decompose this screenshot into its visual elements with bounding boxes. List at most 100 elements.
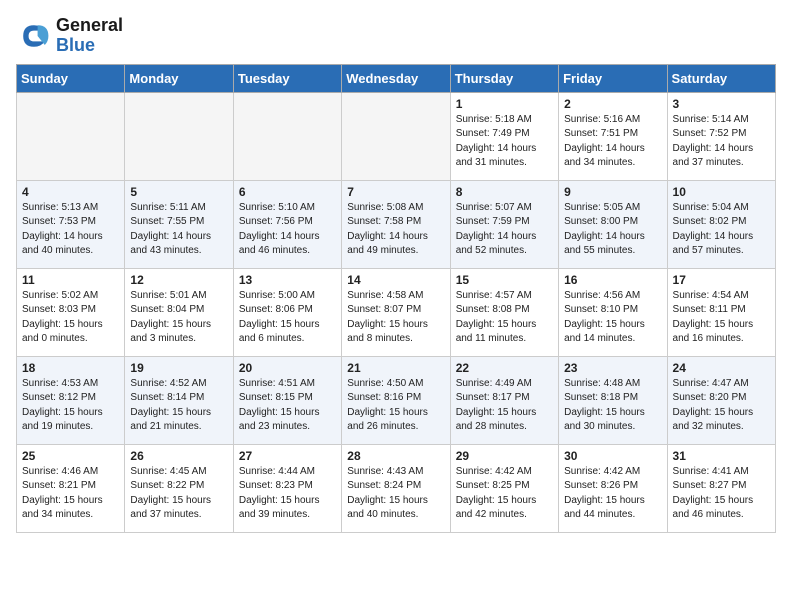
day-number: 12 — [130, 273, 227, 287]
page-header: General Blue — [16, 16, 776, 56]
day-info: Sunrise: 4:43 AM Sunset: 8:24 PM Dayligh… — [347, 465, 444, 523]
day-number: 28 — [347, 449, 444, 463]
weekday-header-monday: Monday — [125, 64, 233, 92]
day-info: Sunrise: 4:42 AM Sunset: 8:25 PM Dayligh… — [456, 465, 553, 523]
day-info: Sunrise: 5:07 AM Sunset: 7:59 PM Dayligh… — [456, 201, 553, 259]
calendar-cell: 9Sunrise: 5:05 AM Sunset: 8:00 PM Daylig… — [559, 180, 667, 268]
day-info: Sunrise: 4:44 AM Sunset: 8:23 PM Dayligh… — [239, 465, 336, 523]
calendar-week-3: 11 Sunrise: 5:02 AM Sunset: 8:03 PM Dayli… — [17, 268, 776, 356]
calendar-cell: 5 Sunrise: 5:11 AM Sunset: 7:55 PM Daylig… — [125, 180, 233, 268]
day-number: 11 — [22, 273, 119, 287]
calendar-week-1: 1Sunrise: 5:18 AM Sunset: 7:49 PM Daylig… — [17, 92, 776, 180]
calendar-cell: 15Sunrise: 4:57 AM Sunset: 8:08 PM Dayli… — [450, 268, 558, 356]
calendar-cell: 17 Sunrise: 4:54 AM Sunset: 8:11 PM Dayli… — [667, 268, 775, 356]
day-info: Sunrise: 5:01 AM Sunset: 8:04 PM Dayligh… — [130, 289, 227, 347]
weekday-header-tuesday: Tuesday — [233, 64, 341, 92]
calendar-cell — [342, 92, 450, 180]
calendar-cell: 27 Sunrise: 4:44 AM Sunset: 8:23 PM Dayli… — [233, 444, 341, 532]
day-number: 10 — [673, 185, 770, 199]
weekday-header-thursday: Thursday — [450, 64, 558, 92]
day-info: Sunrise: 4:58 AM Sunset: 8:07 PM Dayligh… — [347, 289, 444, 347]
day-info: Sunrise: 4:48 AM Sunset: 8:18 PM Dayligh… — [564, 377, 661, 435]
day-number: 18 — [22, 361, 119, 375]
calendar-cell: 16Sunrise: 4:56 AM Sunset: 8:10 PM Dayli… — [559, 268, 667, 356]
calendar-cell: 21Sunrise: 4:50 AM Sunset: 8:16 PM Dayli… — [342, 356, 450, 444]
calendar-cell: 13 Sunrise: 5:00 AM Sunset: 8:06 PM Dayli… — [233, 268, 341, 356]
day-number: 2 — [564, 97, 661, 111]
day-info: Sunrise: 4:53 AM Sunset: 8:12 PM Dayligh… — [22, 377, 119, 435]
calendar-cell: 20 Sunrise: 4:51 AM Sunset: 8:15 PM Dayli… — [233, 356, 341, 444]
day-number: 4 — [22, 185, 119, 199]
day-number: 20 — [239, 361, 336, 375]
day-number: 27 — [239, 449, 336, 463]
calendar-cell — [17, 92, 125, 180]
day-number: 3 — [673, 97, 770, 111]
weekday-header-wednesday: Wednesday — [342, 64, 450, 92]
day-number: 23 — [564, 361, 661, 375]
calendar-week-4: 18 Sunrise: 4:53 AM Sunset: 8:12 PM Dayli… — [17, 356, 776, 444]
weekday-header-row: SundayMondayTuesdayWednesdayThursdayFrid… — [17, 64, 776, 92]
day-number: 21 — [347, 361, 444, 375]
day-number: 22 — [456, 361, 553, 375]
day-info: Sunrise: 4:51 AM Sunset: 8:15 PM Dayligh… — [239, 377, 336, 435]
calendar-table: SundayMondayTuesdayWednesdayThursdayFrid… — [16, 64, 776, 533]
day-number: 16 — [564, 273, 661, 287]
calendar-cell: 8 Sunrise: 5:07 AM Sunset: 7:59 PM Daylig… — [450, 180, 558, 268]
day-info: Sunrise: 4:45 AM Sunset: 8:22 PM Dayligh… — [130, 465, 227, 523]
calendar-cell: 19 Sunrise: 4:52 AM Sunset: 8:14 PM Dayli… — [125, 356, 233, 444]
calendar-cell: 30 Sunrise: 4:42 AM Sunset: 8:26 PM Dayli… — [559, 444, 667, 532]
day-number: 6 — [239, 185, 336, 199]
day-number: 25 — [22, 449, 119, 463]
calendar-cell: 18 Sunrise: 4:53 AM Sunset: 8:12 PM Dayli… — [17, 356, 125, 444]
logo: General Blue — [16, 16, 123, 56]
calendar-cell — [125, 92, 233, 180]
day-info: Sunrise: 4:49 AM Sunset: 8:17 PM Dayligh… — [456, 377, 553, 435]
calendar-cell: 29Sunrise: 4:42 AM Sunset: 8:25 PM Dayli… — [450, 444, 558, 532]
calendar-cell: 31Sunrise: 4:41 AM Sunset: 8:27 PM Dayli… — [667, 444, 775, 532]
day-info: Sunrise: 4:54 AM Sunset: 8:11 PM Dayligh… — [673, 289, 770, 347]
day-number: 13 — [239, 273, 336, 287]
day-number: 5 — [130, 185, 227, 199]
weekday-header-sunday: Sunday — [17, 64, 125, 92]
day-info: Sunrise: 5:08 AM Sunset: 7:58 PM Dayligh… — [347, 201, 444, 259]
day-info: Sunrise: 4:46 AM Sunset: 8:21 PM Dayligh… — [22, 465, 119, 523]
day-number: 26 — [130, 449, 227, 463]
day-info: Sunrise: 5:16 AM Sunset: 7:51 PM Dayligh… — [564, 113, 661, 171]
calendar-cell: 2 Sunrise: 5:16 AM Sunset: 7:51 PM Daylig… — [559, 92, 667, 180]
calendar-cell: 6 Sunrise: 5:10 AM Sunset: 7:56 PM Daylig… — [233, 180, 341, 268]
calendar-cell: 3 Sunrise: 5:14 AM Sunset: 7:52 PM Daylig… — [667, 92, 775, 180]
day-info: Sunrise: 4:47 AM Sunset: 8:20 PM Dayligh… — [673, 377, 770, 435]
calendar-cell: 11 Sunrise: 5:02 AM Sunset: 8:03 PM Dayli… — [17, 268, 125, 356]
day-info: Sunrise: 5:13 AM Sunset: 7:53 PM Dayligh… — [22, 201, 119, 259]
weekday-header-saturday: Saturday — [667, 64, 775, 92]
calendar-cell: 22 Sunrise: 4:49 AM Sunset: 8:17 PM Dayli… — [450, 356, 558, 444]
day-number: 8 — [456, 185, 553, 199]
calendar-week-5: 25 Sunrise: 4:46 AM Sunset: 8:21 PM Dayli… — [17, 444, 776, 532]
day-info: Sunrise: 4:52 AM Sunset: 8:14 PM Dayligh… — [130, 377, 227, 435]
day-number: 17 — [673, 273, 770, 287]
day-number: 9 — [564, 185, 661, 199]
day-number: 14 — [347, 273, 444, 287]
day-number: 7 — [347, 185, 444, 199]
calendar-cell: 25 Sunrise: 4:46 AM Sunset: 8:21 PM Dayli… — [17, 444, 125, 532]
day-info: Sunrise: 5:04 AM Sunset: 8:02 PM Dayligh… — [673, 201, 770, 259]
day-number: 19 — [130, 361, 227, 375]
day-info: Sunrise: 5:14 AM Sunset: 7:52 PM Dayligh… — [673, 113, 770, 171]
day-number: 31 — [673, 449, 770, 463]
calendar-cell: 24 Sunrise: 4:47 AM Sunset: 8:20 PM Dayli… — [667, 356, 775, 444]
day-number: 30 — [564, 449, 661, 463]
calendar-cell: 23 Sunrise: 4:48 AM Sunset: 8:18 PM Dayli… — [559, 356, 667, 444]
calendar-cell: 12 Sunrise: 5:01 AM Sunset: 8:04 PM Dayli… — [125, 268, 233, 356]
day-info: Sunrise: 4:42 AM Sunset: 8:26 PM Dayligh… — [564, 465, 661, 523]
day-info: Sunrise: 5:11 AM Sunset: 7:55 PM Dayligh… — [130, 201, 227, 259]
day-info: Sunrise: 5:02 AM Sunset: 8:03 PM Dayligh… — [22, 289, 119, 347]
day-info: Sunrise: 5:00 AM Sunset: 8:06 PM Dayligh… — [239, 289, 336, 347]
day-info: Sunrise: 5:10 AM Sunset: 7:56 PM Dayligh… — [239, 201, 336, 259]
day-info: Sunrise: 5:18 AM Sunset: 7:49 PM Dayligh… — [456, 113, 553, 171]
calendar-cell: 28 Sunrise: 4:43 AM Sunset: 8:24 PM Dayli… — [342, 444, 450, 532]
day-number: 24 — [673, 361, 770, 375]
calendar-cell: 7 Sunrise: 5:08 AM Sunset: 7:58 PM Daylig… — [342, 180, 450, 268]
calendar-cell: 26 Sunrise: 4:45 AM Sunset: 8:22 PM Dayli… — [125, 444, 233, 532]
calendar-week-2: 4 Sunrise: 5:13 AM Sunset: 7:53 PM Daylig… — [17, 180, 776, 268]
logo-icon — [16, 18, 52, 54]
